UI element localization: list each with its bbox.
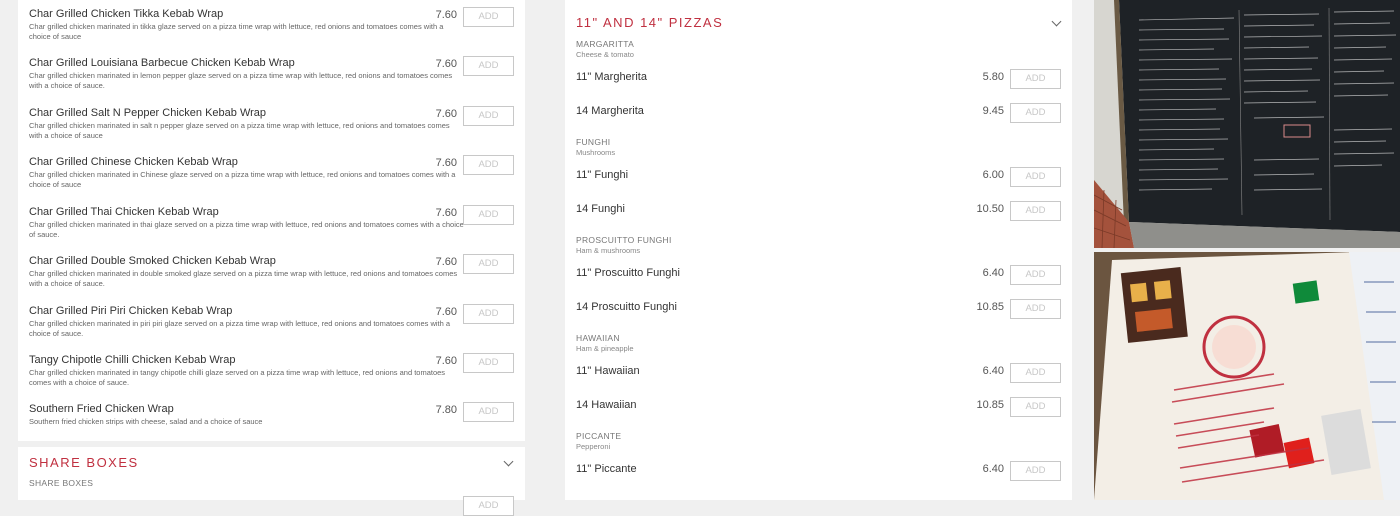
shop-menu-board-photo (1094, 0, 1400, 248)
item-description: Char grilled chicken marinated in piri p… (29, 319, 451, 338)
add-button[interactable]: ADD (463, 205, 514, 225)
item-description: Char grilled chicken marinated in thai g… (29, 220, 464, 239)
item-name: Southern Fried Chicken Wrap (29, 403, 174, 415)
add-button[interactable]: ADD (463, 155, 514, 175)
shop-flyer-photo (1094, 252, 1400, 500)
pizza-group-subtitle: Mushrooms (576, 148, 616, 157)
add-button[interactable]: ADD (1010, 461, 1061, 481)
pizzas-card: 11" and 14" Pizzas MARGARITTA Cheese & to… (565, 0, 1072, 500)
add-button[interactable]: ADD (1010, 363, 1061, 383)
add-button[interactable]: ADD (1010, 397, 1061, 417)
item-price: 7.60 (435, 256, 457, 268)
add-button[interactable]: ADD (1010, 167, 1061, 187)
pizza-item: 11" Hawaiian 6.40 ADD (565, 363, 1072, 384)
item-price: 7.60 (435, 306, 457, 318)
add-button[interactable]: ADD (1010, 265, 1061, 285)
add-button[interactable]: ADD (463, 304, 514, 324)
pizza-item: 14 Hawaiian 10.85 ADD (565, 397, 1072, 418)
add-button[interactable]: ADD (463, 402, 514, 422)
item-price: 7.80 (435, 404, 457, 416)
item-name: Tangy Chipotle Chilli Chicken Kebab Wrap (29, 354, 236, 366)
pizza-group-subtitle: Ham & mushrooms (576, 246, 641, 255)
item-name: 11" Margherita (576, 71, 647, 83)
pizza-group-subtitle: Pepperoni (576, 442, 611, 451)
item-name: 11" Funghi (576, 169, 629, 181)
pizza-group-title: PICCANTE (576, 431, 622, 441)
chevron-down-icon[interactable] (1051, 16, 1062, 27)
add-button[interactable]: ADD (463, 496, 514, 516)
pizza-group-subtitle: Ham & pineapple (576, 344, 634, 353)
add-button[interactable]: ADD (463, 56, 514, 76)
pizza-item: 14 Proscuitto Funghi 10.85 ADD (565, 299, 1072, 320)
pizza-group-title: FUNGHI (576, 137, 611, 147)
add-button[interactable]: ADD (1010, 299, 1061, 319)
share-boxes-title[interactable]: Share Boxes (29, 455, 139, 470)
item-price: 7.60 (435, 207, 457, 219)
pizzas-column: 11" and 14" Pizzas MARGARITTA Cheese & to… (565, 0, 1072, 500)
item-price: 9.45 (982, 105, 1004, 117)
add-button[interactable]: ADD (463, 353, 514, 373)
photo-column (1094, 0, 1400, 500)
share-boxes-card: Share Boxes SHARE BOXES ADD (18, 447, 525, 516)
item-name: Char Grilled Chinese Chicken Kebab Wrap (29, 156, 238, 168)
item-name: 14 Funghi (576, 203, 625, 215)
pizza-item: 14 Margherita 9.45 ADD (565, 103, 1072, 124)
add-button[interactable]: ADD (1010, 103, 1061, 123)
pizza-item: 11" Proscuitto Funghi 6.40 ADD (565, 265, 1072, 286)
item-description: Char grilled chicken marinated in tikka … (29, 22, 444, 41)
add-button[interactable]: ADD (463, 106, 514, 126)
pizza-item: 11" Piccante 6.40 ADD (565, 461, 1072, 482)
item-price: 7.60 (435, 355, 457, 367)
item-description: Char grilled chicken marinated in tangy … (29, 368, 446, 387)
item-name: 11" Proscuitto Funghi (576, 267, 680, 279)
item-price: 6.00 (982, 169, 1004, 181)
add-button[interactable]: ADD (463, 254, 514, 274)
item-price: 6.40 (982, 463, 1004, 475)
item-price: 5.80 (982, 71, 1004, 83)
item-name: Char Grilled Salt N Pepper Chicken Kebab… (29, 107, 267, 119)
left-menu-column: Char Grilled Chicken Tikka Kebab Wrap Cha… (18, 0, 525, 516)
pizza-item: 11" Margherita 5.80 ADD (565, 69, 1072, 90)
item-price: 7.60 (435, 9, 457, 21)
pizzas-title[interactable]: 11" and 14" Pizzas (576, 15, 723, 30)
item-name: 11" Hawaiian (576, 365, 640, 377)
item-price: 7.60 (435, 58, 457, 70)
item-price: 7.60 (435, 157, 457, 169)
item-price: 7.60 (435, 108, 457, 120)
item-description: Southern fried chicken strips with chees… (29, 417, 263, 426)
item-name: 14 Proscuitto Funghi (576, 301, 677, 313)
item-name: Char Grilled Piri Piri Chicken Kebab Wra… (29, 305, 233, 317)
share-boxes-sub: SHARE BOXES (29, 478, 94, 488)
item-price: 10.85 (976, 301, 1004, 313)
chevron-down-icon[interactable] (503, 456, 514, 467)
item-name: 11" Piccante (576, 463, 637, 475)
item-price: 6.40 (982, 365, 1004, 377)
item-name: 14 Hawaiian (576, 399, 637, 411)
add-button[interactable]: ADD (463, 7, 514, 27)
pizza-group-title: MARGARITTA (576, 39, 635, 49)
item-description: Char grilled chicken marinated in double… (29, 269, 458, 288)
add-button[interactable]: ADD (1010, 69, 1061, 89)
add-button[interactable]: ADD (1010, 201, 1061, 221)
pizza-item: 11" Funghi 6.00 ADD (565, 167, 1072, 188)
pizza-group-subtitle: Cheese & tomato (576, 50, 634, 59)
pizza-group-title: HAWAIIAN (576, 333, 620, 343)
item-description: Char grilled chicken marinated in salt n… (29, 121, 450, 140)
item-name: Char Grilled Chicken Tikka Kebab Wrap (29, 8, 224, 20)
item-name: Char Grilled Louisiana Barbecue Chicken … (29, 57, 295, 69)
item-name: Char Grilled Double Smoked Chicken Kebab… (29, 255, 276, 267)
pizza-item: 14 Funghi 10.50 ADD (565, 201, 1072, 222)
item-name: 14 Margherita (576, 105, 644, 117)
item-name: Char Grilled Thai Chicken Kebab Wrap (29, 206, 219, 218)
item-price: 10.50 (976, 203, 1004, 215)
item-description: Char grilled chicken marinated in Chines… (29, 170, 456, 189)
item-price: 10.85 (976, 399, 1004, 411)
item-price: 6.40 (982, 267, 1004, 279)
wraps-card: Char Grilled Chicken Tikka Kebab Wrap Cha… (18, 0, 525, 441)
pizza-group-title: PROSCUITTO FUNGHI (576, 235, 672, 245)
item-description: Char grilled chicken marinated in lemon … (29, 71, 453, 90)
